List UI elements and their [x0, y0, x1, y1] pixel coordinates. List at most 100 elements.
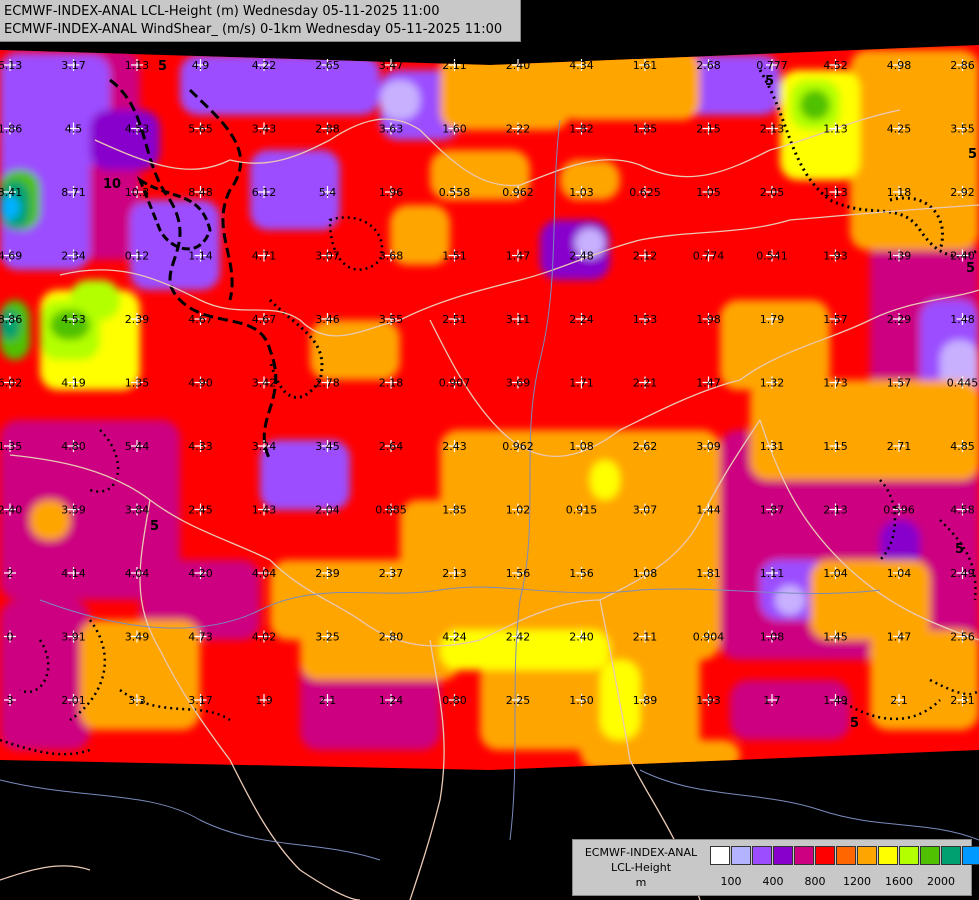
- station-value: 2.42: [506, 631, 531, 644]
- station-value: 3.43: [252, 123, 277, 136]
- station-value: 1.04: [823, 567, 848, 580]
- station-value: 4.52: [823, 59, 848, 72]
- station-value: 3.45: [315, 440, 340, 453]
- station-value: 2.39: [125, 313, 150, 326]
- station-value: 2.51: [442, 313, 467, 326]
- station-value: 1.13: [823, 186, 848, 199]
- station-value: 0.915: [566, 504, 598, 517]
- station-value: 1.08: [760, 631, 785, 644]
- station-value: 0.904: [693, 631, 725, 644]
- station-value: 6.02: [0, 377, 22, 390]
- contour-label: 10: [103, 177, 121, 192]
- legend-swatch: [773, 846, 793, 865]
- station-value: 6.13: [0, 59, 22, 72]
- border-line: [0, 865, 91, 881]
- station-value: 0.774: [693, 250, 725, 263]
- station-value: 2.04: [315, 504, 340, 517]
- legend-swatch: [752, 846, 772, 865]
- field-patch: [380, 80, 420, 120]
- station-value: 3.68: [379, 250, 404, 263]
- station-value: 1.73: [823, 377, 848, 390]
- field-patch: [620, 740, 740, 770]
- station-value: 3.17: [61, 59, 86, 72]
- legend-swatches: [710, 846, 979, 865]
- legend-tick: 800: [804, 875, 826, 888]
- station-value: 4.02: [252, 631, 277, 644]
- station-value: 2.12: [633, 250, 658, 263]
- station-value: 6.12: [252, 186, 277, 199]
- station-value: 1.53: [633, 313, 658, 326]
- legend-variable: LCL-Height: [610, 861, 672, 874]
- station-value: 1.24: [379, 694, 404, 707]
- station-value: 1.08: [569, 440, 594, 453]
- station-value: 1.39: [887, 250, 912, 263]
- field-patch: [750, 380, 979, 480]
- legend-tick: 2000: [927, 875, 955, 888]
- station-value: 1.05: [696, 186, 721, 199]
- border-line: [229, 759, 361, 900]
- legend-tick: 100: [720, 875, 742, 888]
- station-value: 3.17: [188, 694, 213, 707]
- station-value: 5.65: [188, 123, 213, 136]
- legend-swatch: [731, 846, 751, 865]
- title-line-1: ECMWF-INDEX-ANAL LCL-Height (m) Wednesda…: [4, 4, 440, 19]
- station-value: 1.32: [760, 377, 785, 390]
- station-value: 0.962: [502, 440, 534, 453]
- field-patch: [730, 680, 850, 740]
- station-value: 2.48: [569, 250, 594, 263]
- station-value: 2.56: [950, 631, 975, 644]
- field-patch: [850, 50, 979, 250]
- legend-unit: m: [635, 876, 647, 889]
- station-value: 3.24: [252, 440, 277, 453]
- station-value: 2.21: [633, 377, 658, 390]
- station-value: 1.60: [442, 123, 467, 136]
- station-value: 2.13: [442, 567, 467, 580]
- station-value: 1.14: [188, 250, 213, 263]
- station-value: 1.96: [379, 186, 404, 199]
- field-patch: [590, 460, 620, 500]
- station-value: 0.777: [756, 59, 788, 72]
- station-value: 2.05: [760, 186, 785, 199]
- station-value: 4.14: [61, 567, 86, 580]
- station-value: 3.42: [252, 377, 277, 390]
- legend-swatch: [920, 846, 940, 865]
- lcl-height-field: [0, 45, 979, 770]
- station-value: 2.92: [950, 186, 975, 199]
- legend-swatch: [794, 846, 814, 865]
- station-value: 2.40: [0, 504, 22, 517]
- station-value: 1.13: [125, 59, 150, 72]
- station-value: 4.67: [252, 313, 277, 326]
- station-value: 3.55: [379, 313, 404, 326]
- contour-label: 5: [765, 74, 774, 89]
- station-value: 1.44: [696, 504, 721, 517]
- station-value: 2.22: [506, 123, 531, 136]
- river-line: [0, 779, 381, 861]
- station-value: 1.31: [760, 440, 785, 453]
- station-value: 3.84: [125, 504, 150, 517]
- contour-label: 5: [968, 147, 977, 162]
- station-value: 2.37: [379, 567, 404, 580]
- station-value: 2.65: [315, 59, 340, 72]
- station-value: 5.4: [319, 186, 337, 199]
- station-value: 3.07: [633, 504, 658, 517]
- station-value: 4.04: [252, 567, 277, 580]
- station-value: 1.85: [633, 123, 658, 136]
- station-value: 2.18: [379, 377, 404, 390]
- station-value: 2.25: [506, 694, 531, 707]
- station-value: 0.596: [883, 504, 915, 517]
- station-value: 3.11: [506, 313, 531, 326]
- station-value: 1.93: [696, 694, 721, 707]
- station-value: 2.01: [61, 694, 86, 707]
- station-value: 1.9: [255, 694, 273, 707]
- color-legend: ECMWF-INDEX-ANAL LCL-Height m 100 400 800 1…: [572, 839, 979, 896]
- legend-swatch: [710, 846, 730, 865]
- field-patch: [310, 320, 400, 380]
- station-value: 1.71: [569, 377, 594, 390]
- field-patch: [870, 630, 979, 730]
- station-value: 0.625: [629, 186, 661, 199]
- station-value: 1.81: [696, 567, 721, 580]
- station-value: 0.885: [375, 504, 407, 517]
- station-value: 2.43: [442, 440, 467, 453]
- station-value: 3.09: [696, 440, 721, 453]
- contour-label: 5: [158, 59, 167, 74]
